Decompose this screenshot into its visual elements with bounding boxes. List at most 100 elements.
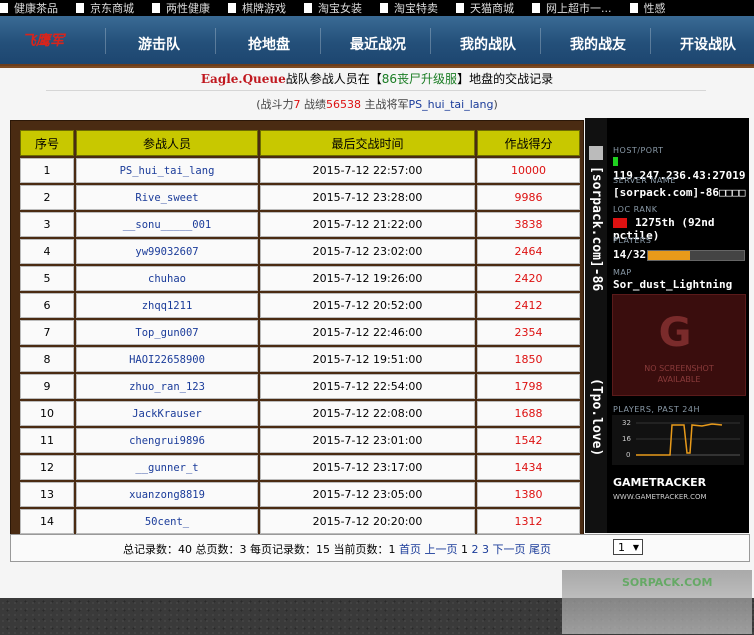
cell-name[interactable]: __gunner_t (76, 455, 258, 480)
bookmark-item[interactable]: 天猫商城 (456, 0, 514, 16)
last-page-link[interactable]: 尾页 (529, 543, 551, 556)
cell-name[interactable]: xuanzong8819 (76, 482, 258, 507)
table-header-row: 序号 参战人员 最后交战时间 作战得分 (20, 130, 580, 156)
cell-name[interactable]: zhqq1211 (76, 293, 258, 318)
online-indicator-icon (613, 157, 618, 166)
cell-no: 14 (20, 509, 74, 534)
rank-label: LOC RANK (613, 205, 658, 214)
players-value: 14/32 (613, 248, 647, 261)
page-icon (629, 3, 638, 13)
bookmark-item[interactable]: 淘宝女装 (304, 0, 362, 16)
gametracker-logo[interactable]: GAMETRACKER WWW.GAMETRACKER.COM (613, 476, 707, 502)
cell-time: 2015-7-12 20:52:00 (260, 293, 475, 318)
cell-name[interactable]: HAOI22658900 (76, 347, 258, 372)
flag-icon (613, 218, 627, 228)
table-row: 3 __sonu_____001 2015-7-12 21:22:00 3838 (20, 212, 580, 237)
bookmark-item[interactable]: 棋牌游戏 (228, 0, 286, 16)
team-name[interactable]: Eagle.Queue (201, 72, 286, 86)
prev-page-link[interactable]: 上一页 (424, 543, 457, 556)
table-row: 8 HAOI22658900 2015-7-12 19:51:00 1850 (20, 347, 580, 372)
cell-name[interactable]: chuhao (76, 266, 258, 291)
bookmark-item[interactable]: 网上超市一... (532, 0, 612, 16)
cell-score: 1688 (477, 401, 580, 426)
cell-name[interactable]: Top_gun007 (76, 320, 258, 345)
bookmark-item[interactable]: 京东商城 (76, 0, 134, 16)
page-icon (532, 3, 540, 13)
cell-time: 2015-7-12 22:46:00 (260, 320, 475, 345)
page-icon (380, 3, 388, 13)
nav-divider (650, 28, 651, 54)
page-icon (228, 3, 236, 13)
bookmark-item[interactable]: 健康茶品 (0, 0, 58, 16)
cell-no: 4 (20, 239, 74, 264)
general-name[interactable]: PS_hui_tai_lang (409, 98, 494, 111)
nav-item-create-team[interactable]: 开设战队 (680, 34, 736, 54)
bookmark-bar: 健康茶品 京东商城 两性健康 棋牌游戏 淘宝女装 淘宝特卖 天猫商城 网上超市一... 性感 (0, 0, 754, 16)
cell-score: 1542 (477, 428, 580, 453)
cell-time: 2015-7-12 23:01:00 (260, 428, 475, 453)
cell-score: 1850 (477, 347, 580, 372)
col-header-no: 序号 (20, 130, 74, 156)
cell-no: 7 (20, 320, 74, 345)
nav-item-my-team[interactable]: 我的战队 (460, 34, 516, 54)
nav-divider (540, 28, 541, 54)
cell-name[interactable]: JackKrauser (76, 401, 258, 426)
cell-no: 1 (20, 158, 74, 183)
table-row: 13 xuanzong8819 2015-7-12 23:05:00 1380 (20, 482, 580, 507)
page-icon (0, 3, 8, 13)
cell-no: 2 (20, 185, 74, 210)
cell-time: 2015-7-12 20:20:00 (260, 509, 475, 534)
page-select[interactable]: 1 ▼ (613, 539, 643, 555)
table-row: 5 chuhao 2015-7-12 19:26:00 2420 (20, 266, 580, 291)
cell-score: 2412 (477, 293, 580, 318)
cell-score: 1798 (477, 374, 580, 399)
bookmark-item[interactable]: 两性健康 (152, 0, 210, 16)
table-row: 6 zhqq1211 2015-7-12 20:52:00 2412 (20, 293, 580, 318)
cell-name[interactable]: PS_hui_tai_lang (76, 158, 258, 183)
cell-score: 2464 (477, 239, 580, 264)
chevron-down-icon: ▼ (632, 543, 639, 552)
cell-time: 2015-7-12 19:26:00 (260, 266, 475, 291)
gametracker-widget[interactable]: [sorpack.com]-86 (Tpo.love) HOST/PORT 11… (585, 118, 749, 533)
cell-time: 2015-7-12 22:54:00 (260, 374, 475, 399)
cell-no: 8 (20, 347, 74, 372)
pagination-bar: 总记录数：40 总页数：3 每页记录数：15 当前页数：1 首页 上一页 1 2… (10, 534, 750, 562)
nav-item-recent-battles[interactable]: 最近战况 (350, 34, 406, 54)
nav-item-guerrilla[interactable]: 游击队 (138, 34, 180, 54)
next-page-link[interactable]: 下一页 (492, 543, 525, 556)
cell-time: 2015-7-12 23:02:00 (260, 239, 475, 264)
page-number-link[interactable]: 2 (471, 543, 478, 556)
nav-item-my-comrades[interactable]: 我的战友 (570, 34, 626, 54)
bookmark-item[interactable]: 淘宝特卖 (380, 0, 438, 16)
cell-name[interactable]: 50cent_ (76, 509, 258, 534)
cell-name[interactable]: __sonu_____001 (76, 212, 258, 237)
page-icon (456, 3, 464, 13)
nav-divider (215, 28, 216, 54)
cell-name[interactable]: chengrui9896 (76, 428, 258, 453)
cell-name[interactable]: zhuo_ran_123 (76, 374, 258, 399)
cell-no: 6 (20, 293, 74, 318)
cell-time: 2015-7-12 22:57:00 (260, 158, 475, 183)
chart-tick-32: 32 (622, 419, 631, 427)
widget-side-strip: [sorpack.com]-86 (Tpo.love) (585, 118, 607, 533)
players-progress-bar (647, 250, 745, 261)
first-page-link[interactable]: 首页 (399, 543, 421, 556)
page-number-link[interactable]: 3 (482, 543, 489, 556)
server-name[interactable]: 86丧尸升级服 (382, 72, 457, 86)
bookmark-item[interactable]: 性感 (629, 0, 666, 16)
cell-no: 5 (20, 266, 74, 291)
cell-name[interactable]: Rive_sweet (76, 185, 258, 210)
table-row: 14 50cent_ 2015-7-12 20:20:00 1312 (20, 509, 580, 534)
nav-item-grab-territory[interactable]: 抢地盘 (248, 34, 290, 54)
records-table-frame: 序号 参战人员 最后交战时间 作战得分 1 PS_hui_tai_lang 2015… (10, 120, 584, 561)
cell-no: 10 (20, 401, 74, 426)
no-screenshot-line1: NO SCREENSHOT (644, 364, 714, 373)
cell-no: 12 (20, 455, 74, 480)
cell-name[interactable]: yw99032607 (76, 239, 258, 264)
brand-logo[interactable]: 飞鹰军 (22, 30, 64, 50)
table-row: 9 zhuo_ran_123 2015-7-12 22:54:00 1798 (20, 374, 580, 399)
table-row: 2 Rive_sweet 2015-7-12 23:28:00 9986 (20, 185, 580, 210)
main-panel: Eagle.Queue战队参战人员在【86丧尸升级服】地盘的交战记录 (战斗力7… (0, 66, 754, 598)
cell-no: 11 (20, 428, 74, 453)
table-row: 10 JackKrauser 2015-7-12 22:08:00 1688 (20, 401, 580, 426)
